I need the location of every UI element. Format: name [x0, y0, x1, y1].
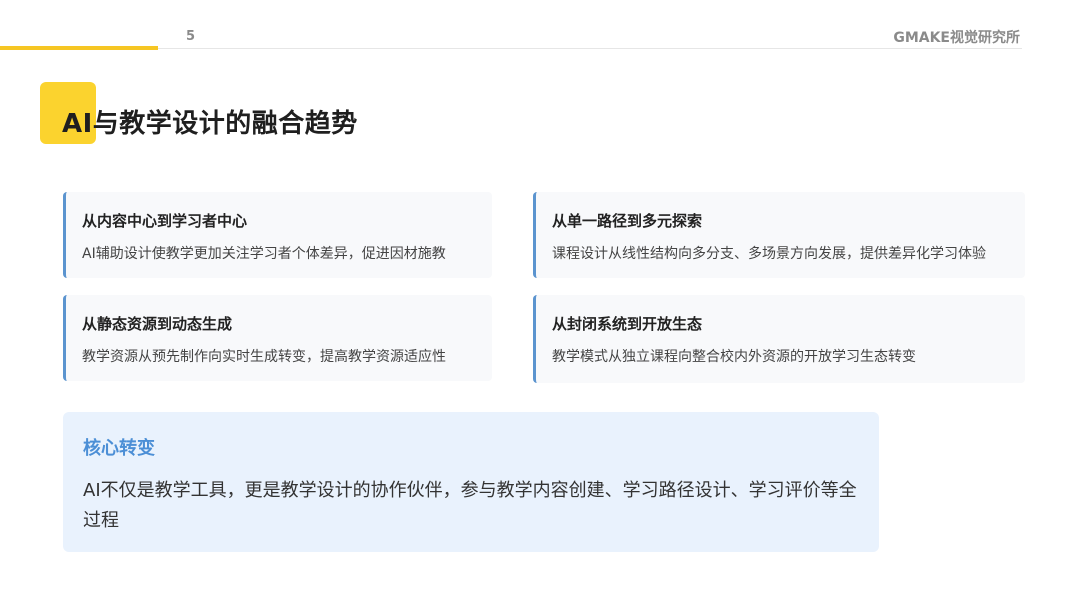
core-shift-text: AI不仅是教学工具，更是教学设计的协作伙伴，参与教学内容创建、学习路径设计、学习…	[83, 480, 857, 531]
card-description: 教学模式从独立课程向整合校内外资源的开放学习生态转变	[552, 349, 916, 365]
core-shift-box: 核心转变 AI不仅是教学工具，更是教学设计的协作伙伴，参与教学内容创建、学习路径…	[63, 412, 879, 552]
page-title: AI与教学设计的融合趋势	[62, 109, 358, 139]
header-accent-bar	[0, 46, 158, 50]
core-shift-title: 核心转变	[83, 438, 155, 459]
page-number: 5	[186, 29, 196, 44]
card-title: 从封闭系统到开放生态	[552, 315, 703, 333]
card-description: 课程设计从线性结构向多分支、多场景方向发展，提供差异化学习体验	[552, 246, 986, 262]
card-title: 从静态资源到动态生成	[82, 315, 233, 333]
brand-label: GMAKE视觉研究所	[893, 30, 1020, 46]
card-title: 从单一路径到多元探索	[552, 212, 703, 230]
trend-card-open-ecosystem: 从封闭系统到开放生态 教学模式从独立课程向整合校内外资源的开放学习生态转变	[533, 295, 1025, 383]
trend-card-multi-path: 从单一路径到多元探索 课程设计从线性结构向多分支、多场景方向发展，提供差异化学习…	[533, 192, 1025, 278]
card-title: 从内容中心到学习者中心	[82, 212, 248, 230]
trend-card-learner-center: 从内容中心到学习者中心 AI辅助设计使教学更加关注学习者个体差异，促进因材施教	[63, 192, 492, 278]
trend-card-dynamic-generation: 从静态资源到动态生成 教学资源从预先制作向实时生成转变，提高教学资源适应性	[63, 295, 492, 381]
card-description: AI辅助设计使教学更加关注学习者个体差异，促进因材施教	[82, 246, 446, 262]
card-description: 教学资源从预先制作向实时生成转变，提高教学资源适应性	[82, 349, 446, 365]
